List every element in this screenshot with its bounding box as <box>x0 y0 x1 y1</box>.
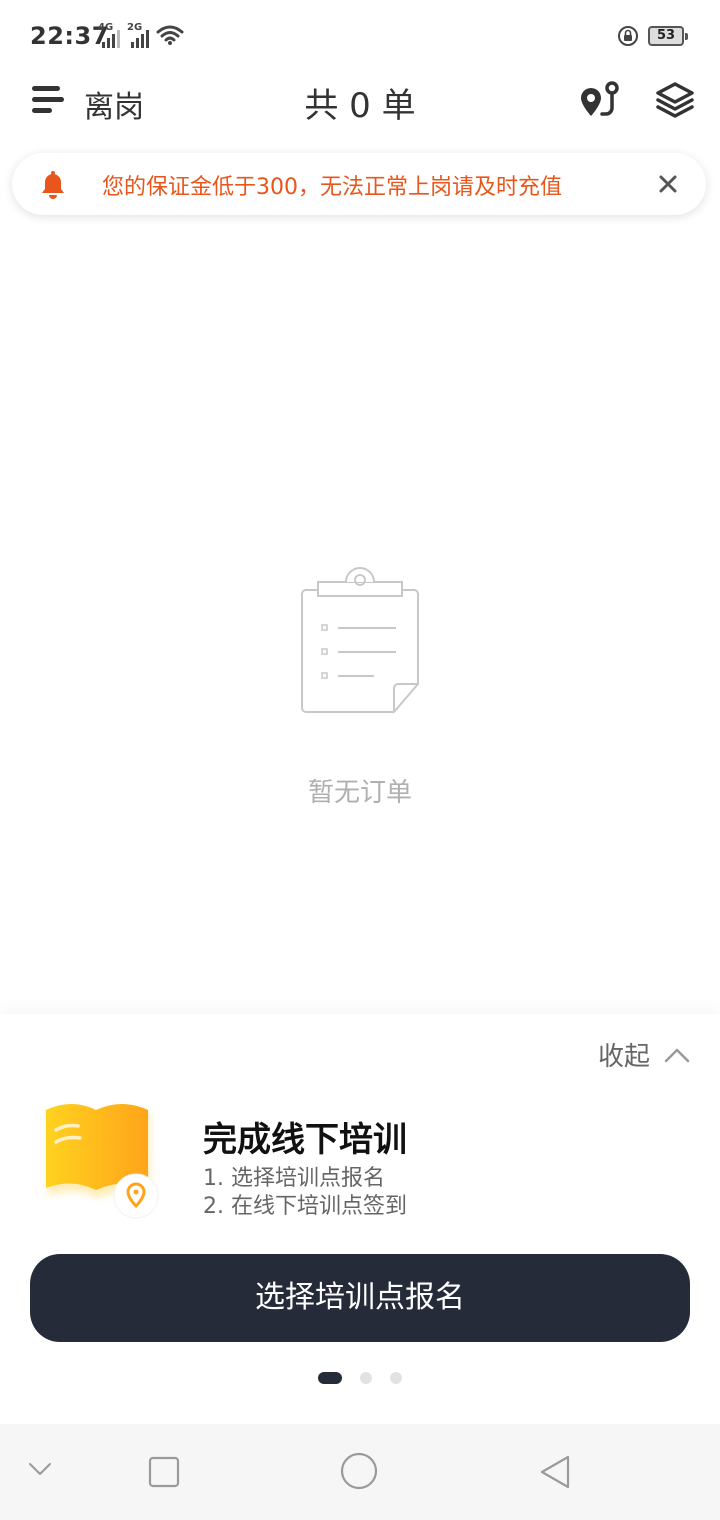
rotation-lock-icon <box>618 26 638 46</box>
bell-icon <box>42 171 64 199</box>
collapse-label: 收起 <box>598 1042 651 1072</box>
nav-back-icon[interactable] <box>538 1454 572 1490</box>
empty-state-text: 暂无订单 <box>307 778 412 808</box>
pagination-dot[interactable] <box>360 1372 372 1384</box>
battery-level: 53 <box>656 28 676 43</box>
card-title: 完成线下培训 <box>203 1120 407 1160</box>
pagination-dot-active[interactable] <box>318 1372 342 1384</box>
route-icon[interactable] <box>578 80 622 120</box>
pagination-dots <box>0 1372 720 1384</box>
deposit-notice-banner[interactable]: 您的保证金低于300，无法正常上岗请及时充值 <box>12 153 706 215</box>
training-panel: 收起 完成线下培训 1. 选择培训点报名 2. 在线下培训点签到 选择培训点报名 <box>0 1014 720 1424</box>
status-bar: 22:37 4G 2G 53 <box>0 0 720 72</box>
select-training-site-button[interactable]: 选择培训点报名 <box>30 1254 690 1342</box>
nav-recents-icon[interactable] <box>148 1456 180 1488</box>
notice-text: 您的保证金低于300，无法正常上岗请及时充值 <box>102 175 562 200</box>
clipboard-icon <box>301 567 419 713</box>
layers-icon[interactable] <box>654 80 696 120</box>
pagination-dot[interactable] <box>390 1372 402 1384</box>
system-nav-bar <box>0 1424 720 1520</box>
cell-signal-2g-icon: 2G <box>127 22 153 48</box>
card-step-2: 2. 在线下培训点签到 <box>203 1194 407 1219</box>
wifi-icon <box>156 25 184 45</box>
book-location-icon <box>46 1104 159 1219</box>
nav-collapse-icon[interactable] <box>28 1462 52 1476</box>
cell-signal-4g-icon: 4G <box>98 22 124 48</box>
collapse-button[interactable]: 收起 <box>598 1036 690 1073</box>
app-header: 离岗 共 0 单 <box>0 72 720 132</box>
nav-home-icon[interactable] <box>340 1452 378 1490</box>
battery-indicator: 53 <box>648 26 688 46</box>
chevron-up-icon <box>664 1048 690 1062</box>
close-icon[interactable] <box>656 172 680 196</box>
